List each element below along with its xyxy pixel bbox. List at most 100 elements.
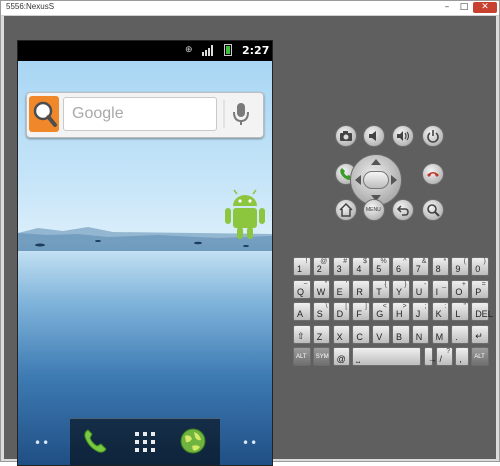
key-4-3[interactable]: ⎵ xyxy=(352,347,422,366)
key-label: 1 xyxy=(297,264,303,274)
key-0-5[interactable]: 6 ^ xyxy=(392,257,410,276)
key-label: ALT xyxy=(474,354,485,360)
key-0-8[interactable]: 9( xyxy=(451,257,469,276)
key-label: , xyxy=(459,354,462,364)
key-label: Q xyxy=(297,286,305,297)
key-label: B xyxy=(396,331,403,342)
key-3-9[interactable]: ↵ xyxy=(471,324,489,344)
key-4-6[interactable]: , xyxy=(455,347,469,366)
key-label: 0 xyxy=(475,264,481,274)
key-1-2[interactable]: E ' xyxy=(332,279,351,299)
key-1-9[interactable]: P = xyxy=(471,279,489,299)
key-3-0[interactable]: ⇧ xyxy=(293,324,311,344)
key-label: N xyxy=(415,331,423,342)
phone-icon[interactable] xyxy=(80,426,110,456)
menu-button[interactable]: MENU xyxy=(363,199,385,221)
android-robot-icon[interactable] xyxy=(223,189,267,241)
key-0-2[interactable]: 3 # xyxy=(332,257,351,276)
search-input[interactable]: Google xyxy=(63,97,217,131)
key-2-3[interactable]: F] xyxy=(352,302,370,321)
key-0-3[interactable]: 4 $ xyxy=(352,257,370,276)
home-screen[interactable]: Google •• •• xyxy=(18,61,272,465)
key-label: ⎵ xyxy=(356,353,360,363)
key-4-4[interactable]: → xyxy=(423,347,437,366)
key-0-4[interactable]: 5% xyxy=(372,257,390,276)
key-1-7[interactable]: I _ xyxy=(431,279,450,299)
key-3-2[interactable]: X xyxy=(332,324,351,344)
dpad-center-button[interactable] xyxy=(363,171,389,189)
back-icon[interactable] xyxy=(392,199,414,221)
google-search-widget: Google xyxy=(26,92,264,138)
key-1-6[interactable]: U- xyxy=(411,279,430,299)
end-call-icon[interactable] xyxy=(422,163,444,185)
key-3-3[interactable]: C xyxy=(352,324,370,344)
key-symbol: % xyxy=(380,258,387,265)
key-label: @ xyxy=(336,354,346,364)
minimize-button[interactable]: – xyxy=(440,2,454,13)
page-indicator-right[interactable]: •• xyxy=(242,436,258,450)
key-2-9[interactable]: DEL xyxy=(471,302,493,321)
key-label: 8 xyxy=(435,264,441,274)
window-title: 5556:NexusS xyxy=(6,2,55,11)
key-4-5[interactable]: /? xyxy=(435,347,454,366)
key-0-9[interactable]: 0) xyxy=(471,257,489,276)
key-4-0[interactable]: ALT xyxy=(293,347,311,366)
key-0-6[interactable]: 7 & xyxy=(411,257,430,276)
key-3-5[interactable]: B xyxy=(392,324,410,344)
key-0-7[interactable]: 8 * xyxy=(431,257,450,276)
key-2-4[interactable]: G < xyxy=(372,302,390,321)
microphone-icon[interactable] xyxy=(223,97,259,131)
volume-up-icon[interactable] xyxy=(392,125,414,147)
key-2-7[interactable]: K: xyxy=(431,302,450,321)
key-4-7[interactable]: ALT xyxy=(471,347,489,366)
key-0-1[interactable]: 2 @ xyxy=(312,257,331,276)
home-icon[interactable] xyxy=(335,199,357,221)
volume-down-icon[interactable] xyxy=(363,125,385,147)
key-2-8[interactable]: L " xyxy=(451,302,469,321)
key-1-3[interactable]: R xyxy=(352,279,370,299)
key-1-1[interactable]: W " xyxy=(312,279,331,299)
key-symbol: { xyxy=(384,280,387,288)
maximize-button[interactable]: □ xyxy=(457,2,471,13)
key-label: 6 xyxy=(396,264,402,274)
key-3-1[interactable]: Z xyxy=(312,324,331,344)
key-3-7[interactable]: M xyxy=(431,324,450,344)
key-label: G xyxy=(376,309,384,319)
key-0-0[interactable]: 1! xyxy=(293,257,311,276)
usb-icon: ⊕ xyxy=(185,45,193,55)
key-label: SYM xyxy=(315,354,329,360)
browser-icon[interactable] xyxy=(178,426,208,456)
menu-label: MENU xyxy=(366,207,381,213)
key-2-6[interactable]: J; xyxy=(411,302,430,321)
key-1-5[interactable]: Y} xyxy=(392,279,410,299)
key-2-2[interactable]: D[ xyxy=(332,302,351,321)
power-icon[interactable] xyxy=(422,125,444,147)
hardware-keyboard: 1! 2 @3 #4 $5% 6 ^ 7 & 8 * 9(0) Q ~ W " E ' R T{Y} U - I _ O + P = A… xyxy=(293,257,493,369)
key-3-6[interactable]: N xyxy=(411,324,430,344)
search-icon[interactable] xyxy=(29,96,59,132)
key-2-1[interactable]: S \ xyxy=(312,302,331,321)
key-4-1[interactable]: SYM xyxy=(312,347,331,366)
key-symbol: " xyxy=(463,303,466,310)
app-drawer-icon[interactable] xyxy=(130,427,160,457)
page-indicator-left[interactable]: •• xyxy=(34,436,50,450)
key-1-8[interactable]: O + xyxy=(451,279,469,299)
key-2-5[interactable]: H > xyxy=(392,302,410,321)
key-1-4[interactable]: T{ xyxy=(372,279,390,299)
key-symbol: # xyxy=(343,258,348,265)
key-2-0[interactable]: A xyxy=(293,302,311,321)
title-bar: 5556:NexusS – □ ✕ xyxy=(1,1,499,16)
search-icon[interactable] xyxy=(422,199,444,221)
key-3-8[interactable]: . xyxy=(451,324,469,344)
close-button[interactable]: ✕ xyxy=(473,2,497,13)
key-1-0[interactable]: Q ~ xyxy=(293,279,311,299)
camera-icon[interactable] xyxy=(335,125,357,147)
status-bar[interactable]: ⊕ 2:27 xyxy=(18,41,272,61)
search-placeholder: Google xyxy=(72,105,124,122)
key-3-4[interactable]: V xyxy=(372,324,390,344)
key-4-2[interactable]: @ xyxy=(332,347,351,366)
key-symbol: " xyxy=(324,280,328,288)
key-label: 9 xyxy=(455,264,461,274)
key-label: Z xyxy=(316,331,323,342)
key-symbol: @ xyxy=(320,258,328,265)
